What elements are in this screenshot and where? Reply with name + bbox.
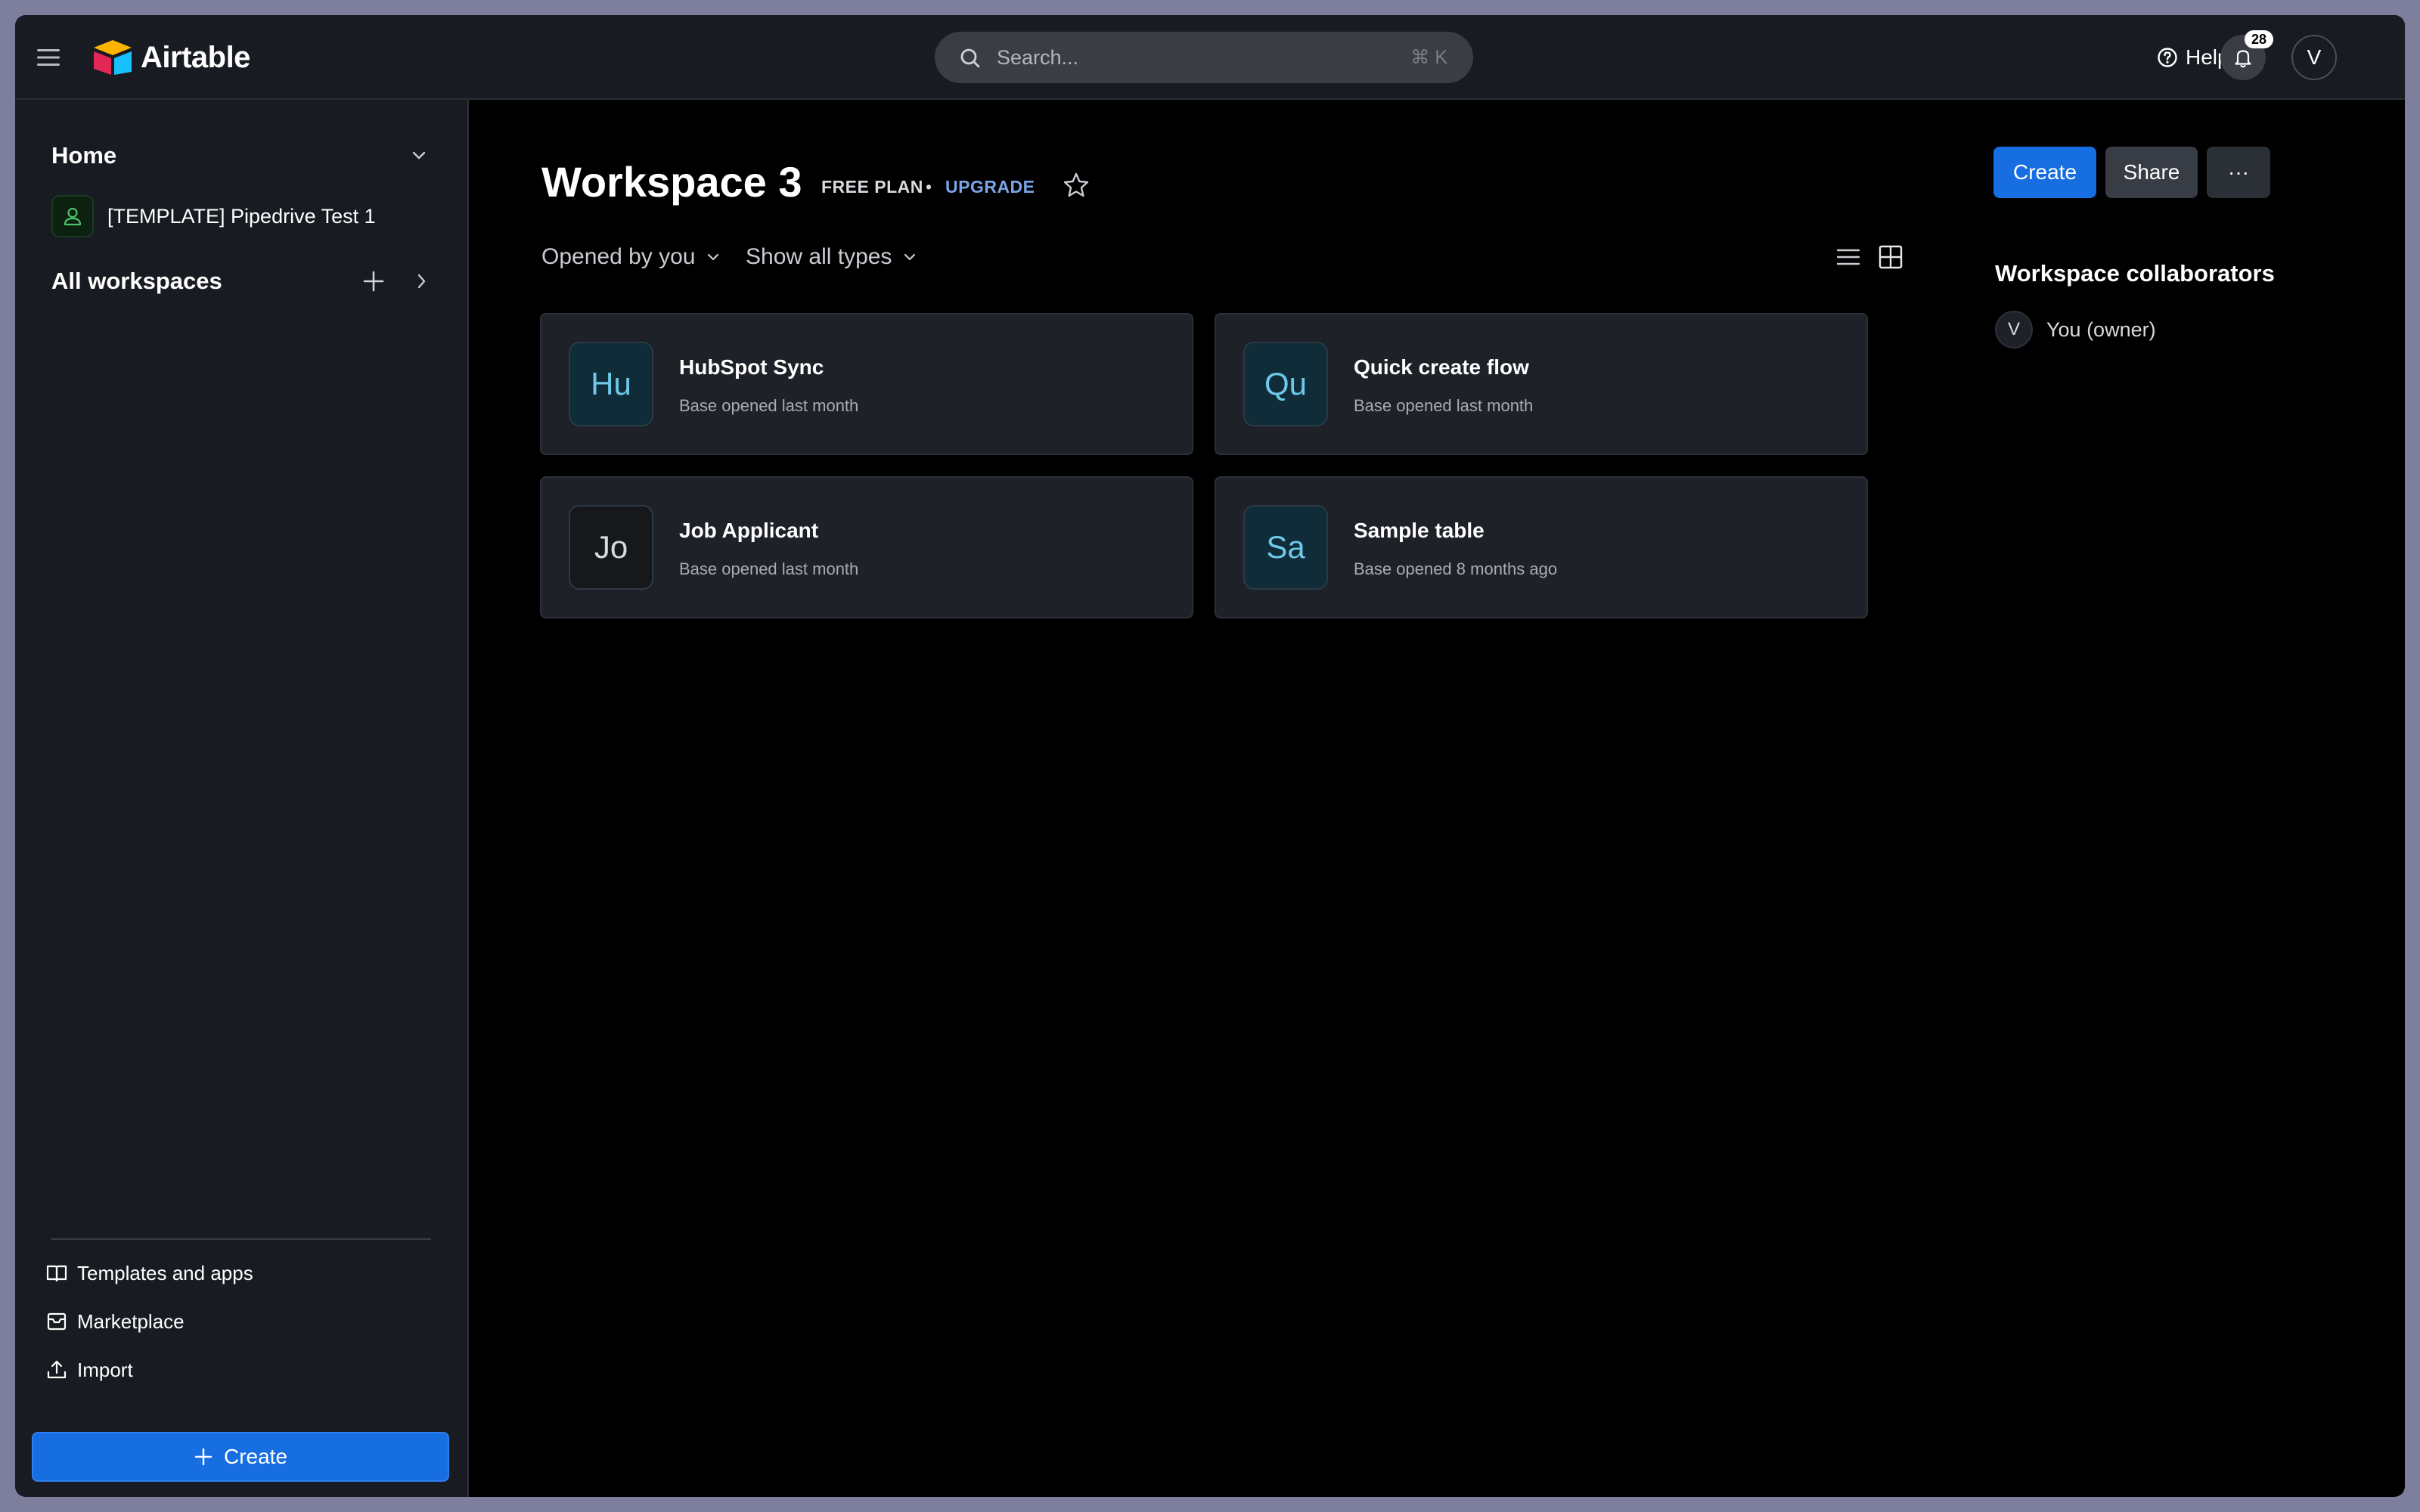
search-placeholder: Search... bbox=[997, 46, 1079, 69]
sidebar-create-label: Create bbox=[223, 1445, 288, 1468]
filter-types-label: Show all types bbox=[746, 244, 892, 269]
app-window: Airtable Search... ⌘ K Help 28 V Home [T… bbox=[15, 15, 2405, 1497]
base-card[interactable]: Sa Sample table Base opened 8 months ago bbox=[1215, 476, 1868, 618]
sidebar-templates-label: Templates and apps bbox=[77, 1261, 253, 1284]
share-button[interactable]: Share bbox=[2105, 147, 2198, 198]
sidebar-import-link[interactable]: Import bbox=[45, 1353, 133, 1387]
base-card[interactable]: Hu HubSpot Sync Base opened last month bbox=[540, 313, 1193, 455]
base-initials-badge: Jo bbox=[569, 505, 653, 590]
base-subtitle: Base opened last month bbox=[679, 559, 859, 578]
help-button[interactable]: Help bbox=[2157, 38, 2229, 77]
filter-types-dropdown[interactable]: Show all types bbox=[746, 242, 919, 272]
base-subtitle: Base opened 8 months ago bbox=[1354, 559, 1558, 578]
base-subtitle: Base opened last month bbox=[679, 396, 859, 415]
grid-view-icon[interactable] bbox=[1876, 242, 1906, 272]
account-avatar[interactable]: V bbox=[2291, 35, 2337, 80]
plan-separator: • bbox=[926, 177, 932, 197]
list-view-icon[interactable] bbox=[1833, 242, 1863, 272]
plus-icon bbox=[194, 1448, 213, 1466]
page-title: Workspace 3 bbox=[541, 158, 802, 206]
top-bar: Airtable Search... ⌘ K Help 28 V bbox=[15, 15, 2405, 100]
sidebar-marketplace-label: Marketplace bbox=[77, 1309, 185, 1333]
bell-icon bbox=[2235, 50, 2251, 68]
search-input[interactable]: Search... ⌘ K bbox=[935, 32, 1473, 83]
marketplace-icon bbox=[47, 1312, 67, 1331]
sidebar-templates-link[interactable]: Templates and apps bbox=[45, 1256, 253, 1290]
sidebar-create-button[interactable]: Create bbox=[32, 1432, 449, 1482]
create-button[interactable]: Create bbox=[1993, 147, 2096, 198]
collaborator-avatar: V bbox=[1995, 311, 2033, 349]
base-subtitle: Base opened last month bbox=[1354, 396, 1534, 415]
more-options-button[interactable]: ··· bbox=[2207, 147, 2270, 198]
sidebar-all-workspaces[interactable]: All workspaces bbox=[51, 268, 222, 295]
sidebar-base-label: [TEMPLATE] Pipedrive Test 1 bbox=[107, 204, 376, 228]
sidebar-divider bbox=[51, 1238, 431, 1240]
base-initials-badge: Hu bbox=[569, 342, 653, 426]
base-title: Job Applicant bbox=[679, 519, 819, 542]
sidebar-import-label: Import bbox=[77, 1358, 133, 1381]
filter-opened-dropdown[interactable]: Opened by you bbox=[541, 242, 722, 272]
base-card[interactable]: Qu Quick create flow Base opened last mo… bbox=[1215, 313, 1868, 455]
base-title: Sample table bbox=[1354, 519, 1485, 542]
notifications-button[interactable]: 28 bbox=[2220, 30, 2273, 80]
collaborators-heading: Workspace collaborators bbox=[1995, 260, 2275, 287]
help-icon bbox=[2158, 48, 2177, 67]
star-icon[interactable] bbox=[1062, 171, 1091, 200]
airtable-logo[interactable]: Airtable bbox=[91, 36, 250, 79]
base-title: HubSpot Sync bbox=[679, 355, 824, 379]
chevron-down-icon bbox=[708, 253, 719, 261]
collaborator-name: You (owner) bbox=[2046, 318, 2156, 341]
base-initials-badge: Sa bbox=[1243, 505, 1328, 590]
base-card[interactable]: Jo Job Applicant Base opened last month bbox=[540, 476, 1193, 618]
chevron-down-icon[interactable] bbox=[408, 145, 430, 166]
sidebar-marketplace-link[interactable]: Marketplace bbox=[45, 1305, 185, 1338]
airtable-logo-text: Airtable bbox=[141, 40, 250, 74]
upload-icon bbox=[47, 1360, 67, 1379]
base-initials-badge: Qu bbox=[1243, 342, 1328, 426]
person-icon bbox=[51, 195, 94, 237]
airtable-logo-icon bbox=[94, 40, 132, 75]
base-title: Quick create flow bbox=[1354, 355, 1529, 379]
book-icon bbox=[46, 1265, 67, 1282]
search-shortcut: ⌘ K bbox=[1410, 47, 1447, 68]
sidebar-home[interactable]: Home bbox=[51, 142, 116, 169]
upgrade-link[interactable]: UPGRADE bbox=[945, 177, 1035, 197]
chevron-right-icon[interactable] bbox=[411, 271, 433, 292]
notification-badge: 28 bbox=[2245, 30, 2273, 48]
search-icon bbox=[960, 48, 980, 68]
plan-badge: FREE PLAN bbox=[821, 177, 923, 197]
sidebar: Home [TEMPLATE] Pipedrive Test 1 All wor… bbox=[15, 100, 469, 1497]
menu-icon[interactable] bbox=[35, 44, 62, 71]
chevron-down-icon bbox=[904, 253, 916, 261]
filter-opened-label: Opened by you bbox=[541, 244, 696, 269]
collaborator-item[interactable]: V You (owner) bbox=[1995, 310, 2156, 349]
add-workspace-icon[interactable] bbox=[361, 269, 386, 293]
sidebar-base-item[interactable]: [TEMPLATE] Pipedrive Test 1 bbox=[51, 195, 445, 237]
